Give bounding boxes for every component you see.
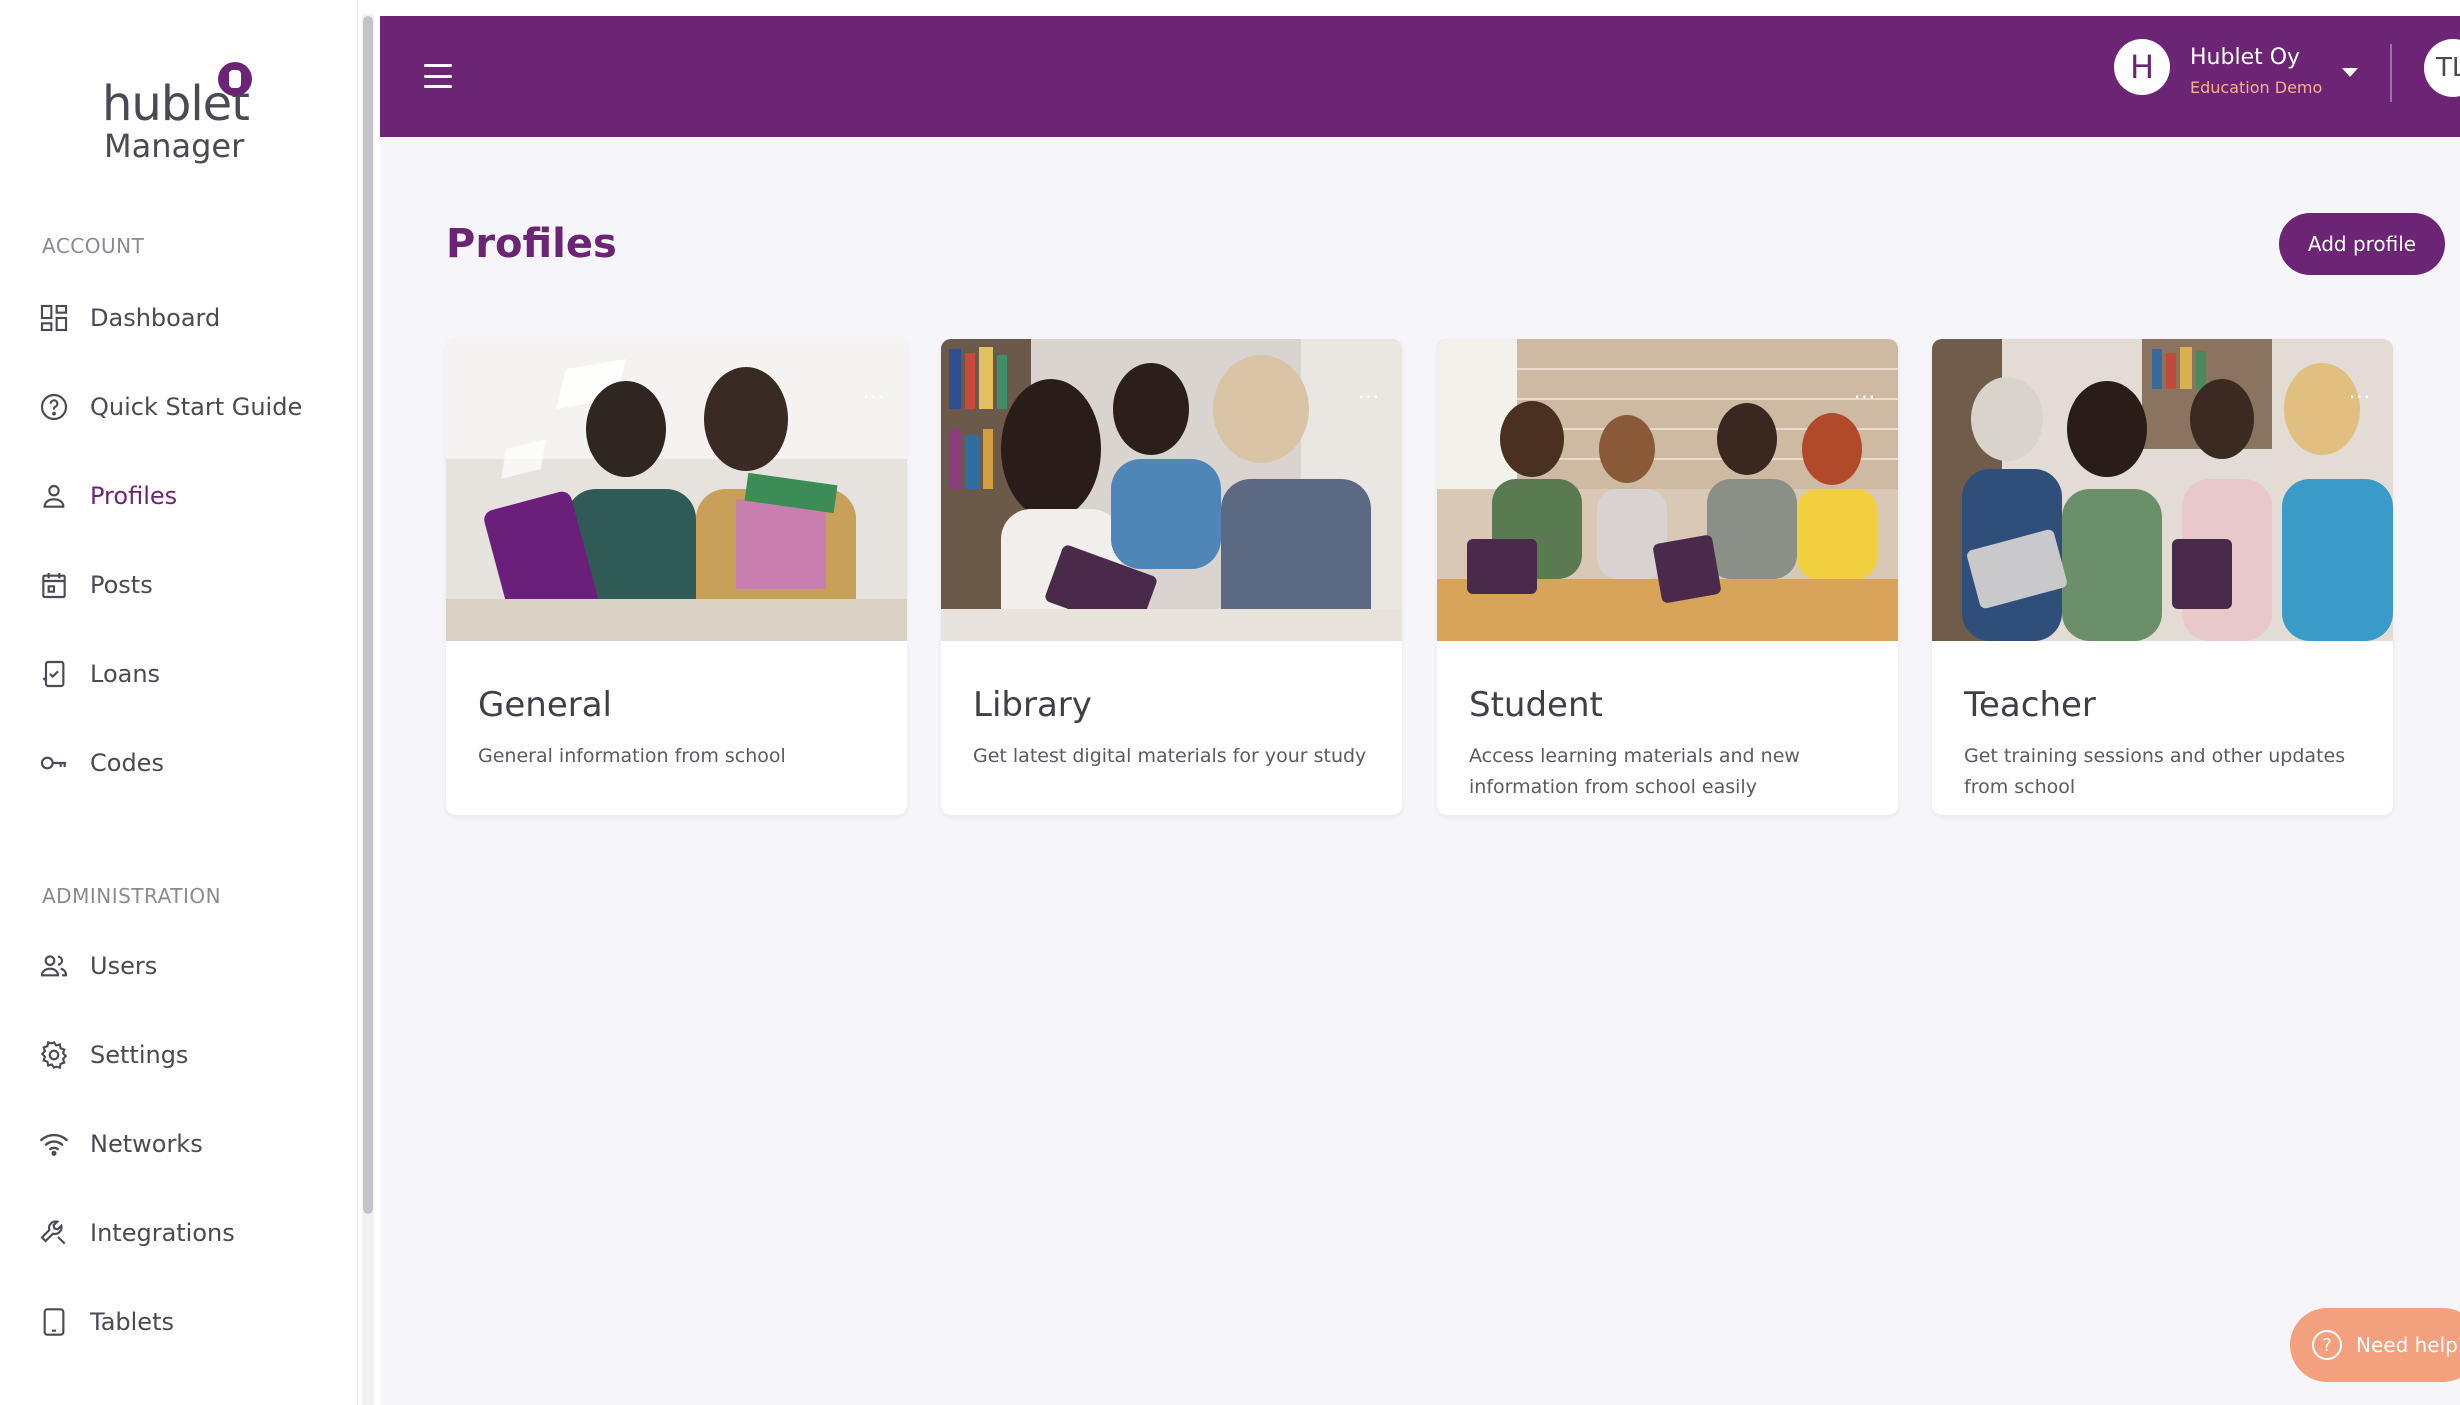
card-menu-icon[interactable]: ... [1358, 379, 1380, 403]
logo-badge-icon [218, 62, 252, 96]
sidebar-item-label: Quick Start Guide [90, 393, 303, 421]
profile-card-image: ... [1437, 339, 1898, 641]
card-description: Get latest digital materials for your st… [973, 745, 1367, 767]
hamburger-menu-icon[interactable] [420, 60, 456, 92]
card-description: Access learning materials and new inform… [1469, 745, 1800, 798]
sidebar-item-label: Users [90, 952, 158, 980]
card-title: Student [1469, 685, 1603, 725]
sidebar-item-label: Tablets [90, 1308, 174, 1336]
sidebar-item-label: Settings [90, 1041, 189, 1069]
profile-card-image: ... [446, 339, 907, 641]
question-circle-icon [36, 389, 72, 425]
sidebar-item-settings[interactable]: Settings [36, 1031, 336, 1079]
topbar-divider [2390, 44, 2392, 102]
profile-card-teacher[interactable]: ... Teacher Get training sessions and ot… [1932, 339, 2393, 815]
org-name[interactable]: Hublet Oy [2190, 45, 2300, 70]
main-content: Profiles Add profile ... General General… [380, 137, 2460, 1405]
sidebar-item-label: Integrations [90, 1219, 235, 1247]
org-avatar[interactable]: H [2114, 39, 2170, 95]
sidebar-item-integrations[interactable]: Integrations [36, 1209, 336, 1257]
need-help-button[interactable]: ? Need help? [2290, 1308, 2460, 1382]
profile-card-image: ... [941, 339, 1402, 641]
sidebar-scrollbar-thumb[interactable] [363, 16, 373, 1214]
users-icon [36, 948, 72, 984]
sidebar-item-quick-start-guide[interactable]: Quick Start Guide [36, 383, 336, 431]
card-title: Library [973, 685, 1092, 725]
sidebar-item-label: Networks [90, 1130, 203, 1158]
sidebar-item-profiles[interactable]: Profiles [36, 472, 336, 520]
sidebar-item-label: Posts [90, 571, 153, 599]
profile-card-student[interactable]: ... Student Access learning materials an… [1437, 339, 1898, 815]
sidebar-item-dashboard[interactable]: Dashboard [36, 294, 336, 342]
tablet-icon [36, 1304, 72, 1340]
need-help-label: Need help? [2356, 1333, 2460, 1357]
card-menu-icon[interactable]: ... [863, 379, 885, 403]
card-menu-icon[interactable]: ... [1854, 379, 1876, 403]
sidebar-item-label: Profiles [90, 482, 178, 510]
logo-sub: Manager [104, 127, 245, 165]
card-menu-icon[interactable]: ... [2349, 379, 2371, 403]
profile-card-library[interactable]: ... Library Get latest digital materials… [941, 339, 1402, 815]
sidebar-item-codes[interactable]: Codes [36, 739, 336, 787]
tablet-loan-icon [36, 656, 72, 692]
dashboard-icon [36, 300, 72, 336]
org-subtitle: Education Demo [2190, 78, 2323, 97]
sidebar-item-tablets[interactable]: Tablets [36, 1298, 336, 1346]
wrench-icon [36, 1215, 72, 1251]
sidebar-item-users[interactable]: Users [36, 942, 336, 990]
profile-card-general[interactable]: ... General General information from sch… [446, 339, 907, 815]
top-bar: H Hublet Oy Education Demo TL [380, 16, 2460, 137]
add-profile-button[interactable]: Add profile [2279, 213, 2445, 275]
sidebar-item-label: Loans [90, 660, 161, 688]
card-description: General information from school [478, 745, 786, 767]
sidebar-item-loans[interactable]: Loans [36, 650, 336, 698]
user-avatar[interactable]: TL [2424, 39, 2460, 97]
question-icon: ? [2312, 1330, 2342, 1360]
hublet-manager-logo[interactable]: hublet Manager [102, 58, 262, 176]
chevron-down-icon[interactable] [2342, 68, 2358, 77]
sidebar: hublet Manager ACCOUNT Dashboard Quick S… [0, 0, 358, 1405]
sidebar-item-label: Codes [90, 749, 164, 777]
section-label-administration: ADMINISTRATION [42, 884, 222, 908]
card-title: General [478, 685, 612, 725]
key-icon [36, 745, 72, 781]
profile-card-image: ... [1932, 339, 2393, 641]
card-description: Get training sessions and other updates … [1964, 745, 2346, 798]
calendar-icon [36, 567, 72, 603]
person-icon [36, 478, 72, 514]
sidebar-item-label: Dashboard [90, 304, 221, 332]
gear-icon [36, 1037, 72, 1073]
card-title: Teacher [1964, 685, 2096, 725]
page-title: Profiles [446, 221, 617, 267]
section-label-account: ACCOUNT [42, 234, 145, 258]
wifi-icon [36, 1126, 72, 1162]
sidebar-item-networks[interactable]: Networks [36, 1120, 336, 1168]
sidebar-item-posts[interactable]: Posts [36, 561, 336, 609]
